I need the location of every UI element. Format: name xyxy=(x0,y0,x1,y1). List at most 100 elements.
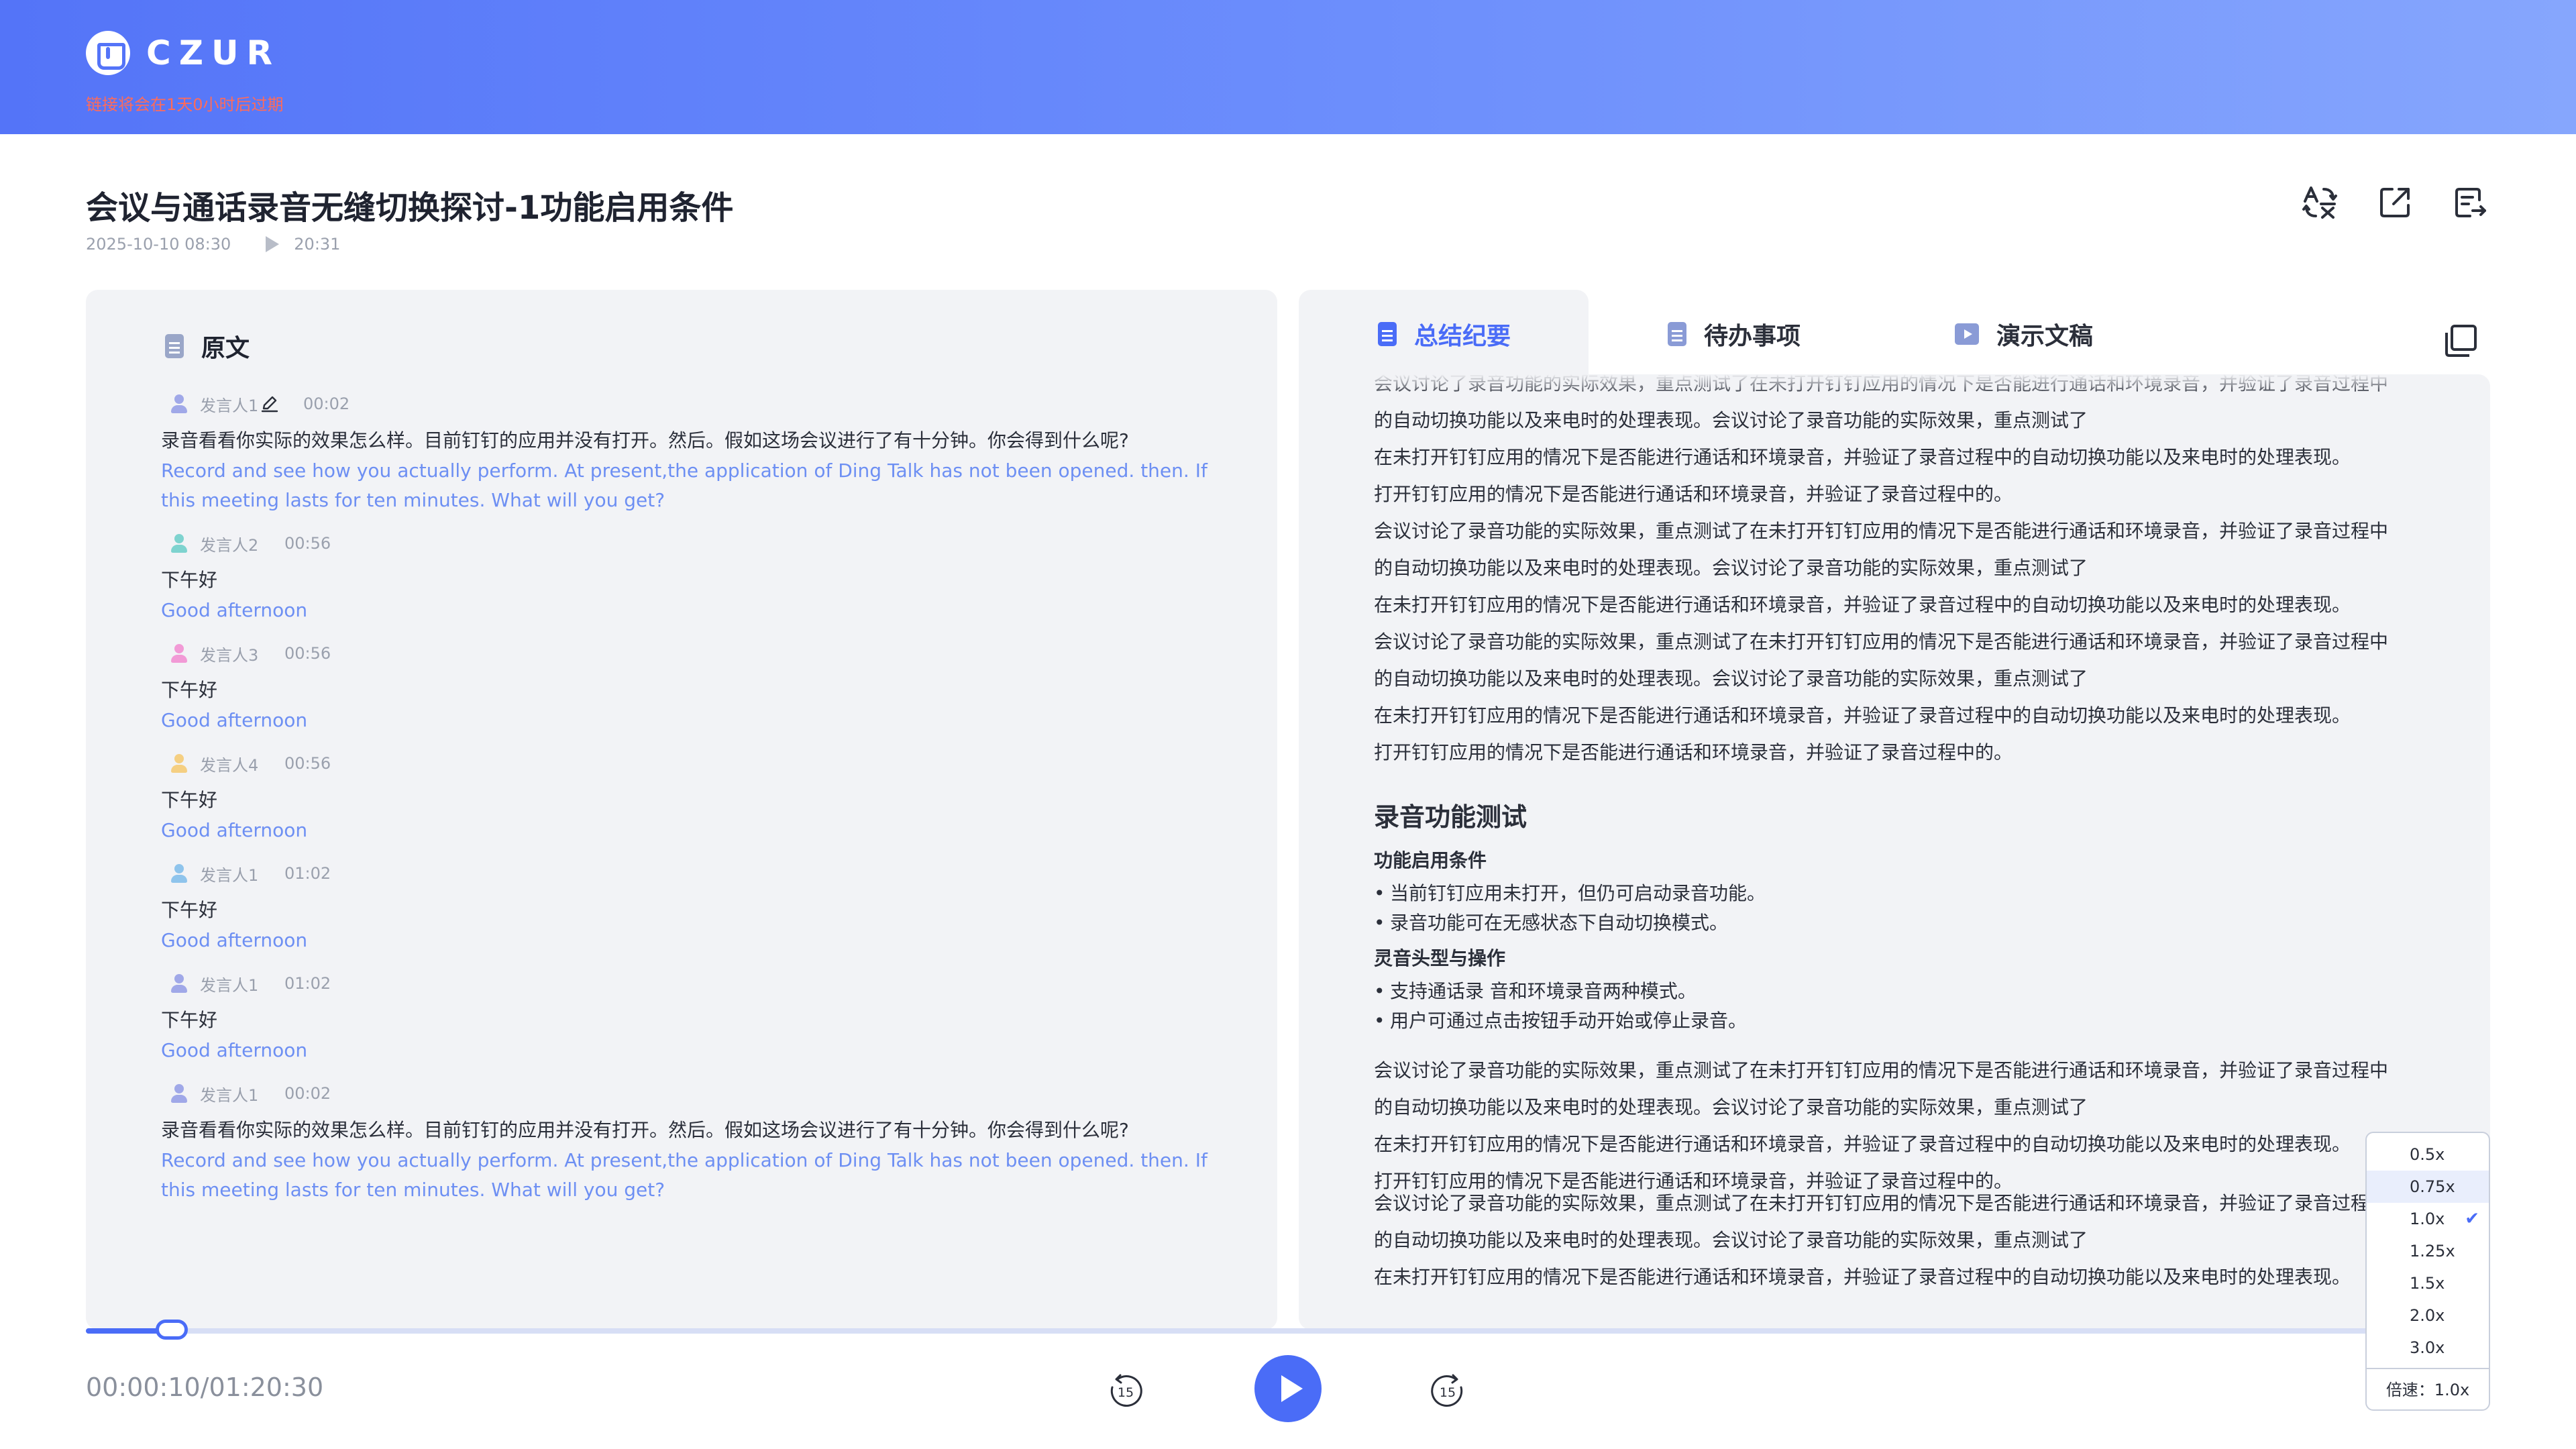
tab-bar: 总结纪要 待办事项 演示文稿 xyxy=(1299,290,2490,374)
speed-option[interactable]: 0.5x xyxy=(2367,1138,2489,1171)
transcript-text: 录音看看你实际的效果怎么样。目前钉钉的应用并没有打开。然后。假如这场会议进行了有… xyxy=(161,429,1129,451)
forward-15-button[interactable]: 15 xyxy=(1429,1373,1466,1413)
transcript-entry: 发言人1 01:02 下午好 Good afternoon xyxy=(161,860,1208,955)
summary-line: 在未打开钉钉应用的情况下是否能进行通话和环境录音，并验证了录音过程中的自动切换功… xyxy=(1374,1133,2351,1155)
summary-line: 会议讨论了录音功能的实际效果，重点测试了在未打开钉钉应用的情况下是否能进行通话和… xyxy=(1374,631,2389,653)
entry-header: 发言人4 00:56 xyxy=(161,750,1208,777)
entry-timestamp[interactable]: 00:56 xyxy=(284,754,331,773)
speaker-avatar-icon xyxy=(169,1083,189,1104)
summary-line: 打开钉钉应用的情况下是否能进行通话和环境录音，并验证了录音过程中的。 xyxy=(1374,741,2013,763)
recording-datetime: 2025-10-10 08:30 xyxy=(86,235,231,254)
speaker-name[interactable]: 发言人1 xyxy=(200,972,260,996)
edit-pencil-icon[interactable] xyxy=(260,394,279,413)
summary-block: 会议讨论了录音功能的实际效果，重点测试了在未打开钉钉应用的情况下是否能进行通话和… xyxy=(1374,1185,2420,1295)
export-icon xyxy=(2455,188,2486,217)
entry-header: 发言人1 00:02 xyxy=(161,390,1208,417)
speaker-avatar-icon xyxy=(169,533,189,553)
summary-panel: 总结纪要 待办事项 演示文稿 会议讨论了录音功能的实际效果，重点测试了在未打开钉… xyxy=(1299,290,2490,1330)
tab-summary[interactable]: 总结纪要 xyxy=(1378,317,1511,352)
entry-header: 发言人2 00:56 xyxy=(161,530,1208,557)
speed-option[interactable]: 1.5x xyxy=(2367,1267,2489,1299)
summary-line: 的自动切换功能以及来电时的处理表现。会议讨论了录音功能的实际效果，重点测试了 xyxy=(1374,409,2088,431)
summary-bullet: 用户可通过点击按钮手动开始或停止录音。 xyxy=(1374,1006,2420,1036)
transcript-text: 下午好 xyxy=(161,899,218,921)
summary-line: 的自动切换功能以及来电时的处理表现。会议讨论了录音功能的实际效果，重点测试了 xyxy=(1374,1096,2088,1118)
transcript-translation: Good afternoon xyxy=(161,599,308,621)
rewind-15-button[interactable]: 15 xyxy=(1107,1373,1144,1413)
play-button[interactable] xyxy=(1254,1355,1322,1422)
speaker-name[interactable]: 发言人1 xyxy=(200,862,260,885)
summary-line: 的自动切换功能以及来电时的处理表现。会议讨论了录音功能的实际效果，重点测试了 xyxy=(1374,557,2088,579)
transcript-translation: Good afternoon xyxy=(161,929,308,951)
playback-speed-menu: 0.5x 0.75x 1.0x ✔ 1.25x 1.5x 2.0x 3.0x 倍速：1.0x xyxy=(2365,1132,2490,1411)
progress-bar[interactable] xyxy=(86,1320,2404,1340)
speed-option-label: 0.5x xyxy=(2410,1145,2445,1164)
speaker-name[interactable]: 发言人3 xyxy=(200,642,260,665)
entry-timestamp[interactable]: 01:02 xyxy=(284,864,331,883)
speaker-name[interactable]: 发言人2 xyxy=(200,532,260,555)
entry-timestamp[interactable]: 00:56 xyxy=(284,534,331,553)
page-title: 会议与通话录音无缝切换探讨-1功能启用条件 xyxy=(86,189,734,227)
copy-icon xyxy=(2445,325,2477,357)
speed-option-label: 3.0x xyxy=(2410,1338,2445,1357)
entry-timestamp[interactable]: 00:02 xyxy=(303,394,350,413)
transcript-title: 原文 xyxy=(201,335,250,362)
summary-heading: 录音功能测试 xyxy=(1374,802,1527,832)
export-button[interactable] xyxy=(2450,182,2490,223)
summary-line: 会议讨论了录音功能的实际效果，重点测试了在未打开钉钉应用的情况下是否能进行通话和… xyxy=(1374,1059,2389,1081)
time-readout: 00:00:10/01:20:30 xyxy=(86,1373,324,1402)
speaker-name[interactable]: 发言人1 xyxy=(200,1082,260,1106)
copy-button[interactable] xyxy=(2443,323,2483,364)
entry-timestamp[interactable]: 00:02 xyxy=(284,1084,331,1103)
summary-line: 在未打开钉钉应用的情况下是否能进行通话和环境录音，并验证了录音过程中的自动切换功… xyxy=(1374,446,2351,468)
speaker-name[interactable]: 发言人1 xyxy=(200,392,260,416)
transcript-entry: 发言人3 00:56 下午好 Good afternoon xyxy=(161,640,1208,735)
speed-option[interactable]: 1.25x xyxy=(2367,1235,2489,1267)
speaker-avatar-icon xyxy=(169,753,189,773)
speed-option[interactable]: 2.0x xyxy=(2367,1299,2489,1332)
summary-content: 会议讨论了录音功能的实际效果，重点测试了在未打开钉钉应用的情况下是否能进行通话和… xyxy=(1374,374,2420,1295)
recording-meta: 2025-10-10 08:30 20:31 xyxy=(86,235,340,254)
tab-slides[interactable]: 演示文稿 xyxy=(1955,317,2093,352)
entry-timestamp[interactable]: 01:02 xyxy=(284,974,331,993)
summary-fade-top xyxy=(1299,374,2490,394)
transcript-translation: Good afternoon xyxy=(161,1039,308,1061)
summary-line: 的自动切换功能以及来电时的处理表现。会议讨论了录音功能的实际效果，重点测试了 xyxy=(1374,667,2088,690)
translate-icon xyxy=(2302,186,2337,219)
speed-option[interactable]: 3.0x xyxy=(2367,1332,2489,1364)
transcript-entry: 发言人1 00:02 录音看看你实际的效果怎么样。目前钉钉的应用并没有打开。然后。假… xyxy=(161,390,1208,515)
czur-logo: CZUR xyxy=(86,31,280,75)
entry-header: 发言人1 00:02 xyxy=(161,1080,1208,1107)
recording-duration: 20:31 xyxy=(294,235,341,254)
czur-logo-icon xyxy=(86,31,130,75)
todo-clipboard-icon xyxy=(1668,322,1686,346)
share-button[interactable] xyxy=(2375,182,2415,223)
top-actions xyxy=(2300,182,2490,223)
summary-subheading: 灵音头型与操作 xyxy=(1374,947,1506,969)
translate-button[interactable] xyxy=(2300,182,2340,223)
speed-option[interactable]: 0.75x xyxy=(2367,1171,2489,1203)
transcript-header: 原文 xyxy=(165,329,250,364)
document-icon xyxy=(165,334,184,358)
speaker-name[interactable]: 发言人4 xyxy=(200,752,260,775)
check-icon: ✔ xyxy=(2465,1209,2479,1229)
duration-play-icon xyxy=(266,236,280,252)
summary-fade-bottom xyxy=(1299,1289,2490,1330)
entry-timestamp[interactable]: 00:56 xyxy=(284,644,331,663)
app-header: CZUR 链接将会在1天0小时后过期 xyxy=(0,0,2576,134)
summary-line: 会议讨论了录音功能的实际效果，重点测试了在未打开钉钉应用的情况下是否能进行通话和… xyxy=(1374,520,2389,542)
entry-header: 发言人1 01:02 xyxy=(161,860,1208,887)
tab-todo[interactable]: 待办事项 xyxy=(1668,317,1801,352)
transcript-translation: Good afternoon xyxy=(161,709,308,731)
transcript-entry: 发言人1 01:02 下午好 Good afternoon xyxy=(161,970,1208,1065)
summary-doc-icon xyxy=(1378,322,1397,346)
summary-line: 会议讨论了录音功能的实际效果，重点测试了在未打开钉钉应用的情况下是否能进行通话和… xyxy=(1374,1192,2389,1214)
summary-line: 在未打开钉钉应用的情况下是否能进行通话和环境录音，并验证了录音过程中的自动切换功… xyxy=(1374,594,2351,616)
transcript-list: 发言人1 00:02 录音看看你实际的效果怎么样。目前钉钉的应用并没有打开。然后。假… xyxy=(161,390,1208,1220)
speed-option[interactable]: 1.0x ✔ xyxy=(2367,1203,2489,1235)
speed-option-label: 1.5x xyxy=(2410,1274,2445,1293)
speed-current[interactable]: 倍速：1.0x xyxy=(2367,1369,2489,1411)
transcript-text: 下午好 xyxy=(161,569,218,591)
share-icon xyxy=(2380,188,2410,217)
progress-handle[interactable] xyxy=(155,1320,188,1340)
